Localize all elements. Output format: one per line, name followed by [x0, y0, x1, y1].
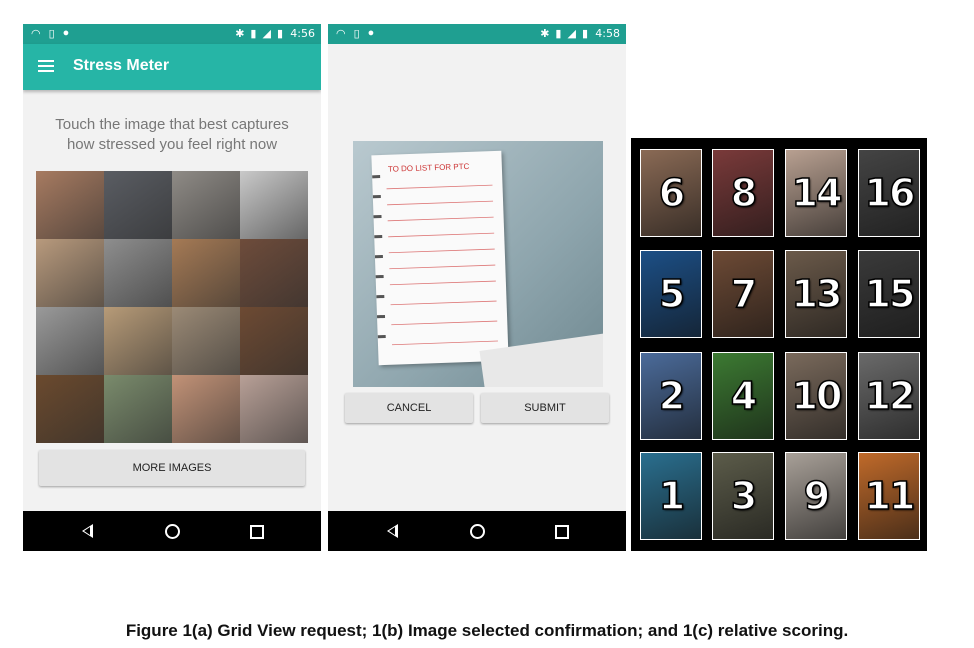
grid-image-7[interactable] [172, 239, 240, 307]
score-number: 3 [730, 473, 758, 519]
wifi-icon: ◠ [336, 28, 346, 40]
grid-image-10[interactable] [104, 307, 172, 375]
prompt-line-2: how stressed you feel right now [66, 136, 278, 153]
grid-image-14[interactable] [104, 375, 172, 443]
grid-image-8[interactable] [240, 239, 308, 307]
score-number: 15 [864, 271, 916, 317]
score-tile: 9 [785, 452, 847, 540]
score-number: 7 [730, 271, 758, 317]
nav-bar [328, 511, 626, 551]
status-time: 4:56 [290, 27, 315, 40]
grid-image-6[interactable] [104, 239, 172, 307]
phone-icon: ▯ [353, 28, 360, 40]
score-tile: 15 [858, 250, 920, 338]
score-number: 9 [803, 473, 831, 519]
home-icon[interactable] [165, 524, 180, 539]
grid-image-16[interactable] [240, 375, 308, 443]
score-tile: 11 [858, 452, 920, 540]
android-icon: ● [62, 27, 70, 39]
grid-image-3[interactable] [172, 171, 240, 239]
vibrate-icon: ▮ [555, 28, 562, 40]
selected-image: TO DO LIST FOR PTC [353, 141, 603, 387]
app-bar: Stress Meter [23, 44, 321, 90]
nav-bar [23, 511, 321, 551]
more-images-button[interactable]: MORE IMAGES [39, 450, 305, 486]
score-tile: 14 [785, 149, 847, 237]
battery-icon: ▮ [276, 28, 283, 40]
score-number: 10 [791, 373, 843, 419]
recent-apps-icon[interactable] [555, 525, 569, 539]
grid-image-11[interactable] [172, 307, 240, 375]
score-number: 12 [864, 373, 916, 419]
score-number: 8 [730, 170, 758, 216]
score-number: 14 [791, 170, 843, 216]
score-tile: 1 [640, 452, 702, 540]
notepad-image: TO DO LIST FOR PTC [371, 150, 509, 366]
cancel-button[interactable]: CANCEL [345, 393, 473, 423]
android-icon: ● [367, 27, 375, 39]
prompt-text: Touch the image that best captures how s… [23, 115, 321, 155]
status-time: 4:58 [595, 27, 620, 40]
notepad-lines [372, 175, 498, 346]
score-tile: 10 [785, 352, 847, 440]
grid-image-9[interactable] [36, 307, 104, 375]
bluetooth-icon: ✱ [540, 28, 550, 40]
app-title: Stress Meter [73, 57, 170, 74]
score-tile: 3 [712, 452, 774, 540]
score-tile: 8 [712, 149, 774, 237]
grid-image-12[interactable] [240, 307, 308, 375]
score-number: 11 [864, 473, 916, 519]
bluetooth-icon: ✱ [235, 28, 245, 40]
signal-icon: ◢ [567, 28, 576, 40]
grid-image-4[interactable] [240, 171, 308, 239]
score-number: 5 [658, 271, 686, 317]
score-tile: 4 [712, 352, 774, 440]
score-tile: 2 [640, 352, 702, 440]
grid-image-15[interactable] [172, 375, 240, 443]
score-tile: 13 [785, 250, 847, 338]
submit-button[interactable]: SUBMIT [481, 393, 609, 423]
status-bar: ◠ ▯ ● ✱ ▮ ◢ ▮ 4:58 [328, 24, 626, 44]
prompt-line-1: Touch the image that best captures [55, 116, 289, 133]
wifi-icon: ◠ [31, 28, 41, 40]
score-number: 1 [658, 473, 686, 519]
signal-icon: ◢ [262, 28, 271, 40]
screen-grid-view: ◠ ▯ ● ✱ ▮ ◢ ▮ 4:56 Stress Meter Touch the ima… [23, 24, 321, 551]
vibrate-icon: ▮ [250, 28, 257, 40]
score-number: 6 [658, 170, 686, 216]
grid-image-5[interactable] [36, 239, 104, 307]
grid-image-1[interactable] [36, 171, 104, 239]
score-tile: 12 [858, 352, 920, 440]
back-icon[interactable] [387, 524, 398, 538]
score-tile: 16 [858, 149, 920, 237]
score-tile: 7 [712, 250, 774, 338]
score-number: 2 [658, 373, 686, 419]
grid-image-13[interactable] [36, 375, 104, 443]
back-icon[interactable] [82, 524, 93, 538]
battery-icon: ▮ [581, 28, 588, 40]
score-tile: 6 [640, 149, 702, 237]
status-bar: ◠ ▯ ● ✱ ▮ ◢ ▮ 4:56 [23, 24, 321, 44]
score-number: 16 [864, 170, 916, 216]
hamburger-menu-icon[interactable] [38, 60, 54, 72]
figure-caption: Figure 1(a) Grid View request; 1(b) Imag… [125, 621, 849, 640]
grid-image-2[interactable] [104, 171, 172, 239]
image-grid [36, 171, 308, 443]
phone-icon: ▯ [48, 28, 55, 40]
score-tile: 5 [640, 250, 702, 338]
score-number: 4 [730, 373, 758, 419]
score-number: 13 [791, 271, 843, 317]
recent-apps-icon[interactable] [250, 525, 264, 539]
relative-scoring-panel: 6 8 14 16 5 7 13 15 2 4 10 12 1 3 9 11 [631, 138, 927, 551]
home-icon[interactable] [470, 524, 485, 539]
